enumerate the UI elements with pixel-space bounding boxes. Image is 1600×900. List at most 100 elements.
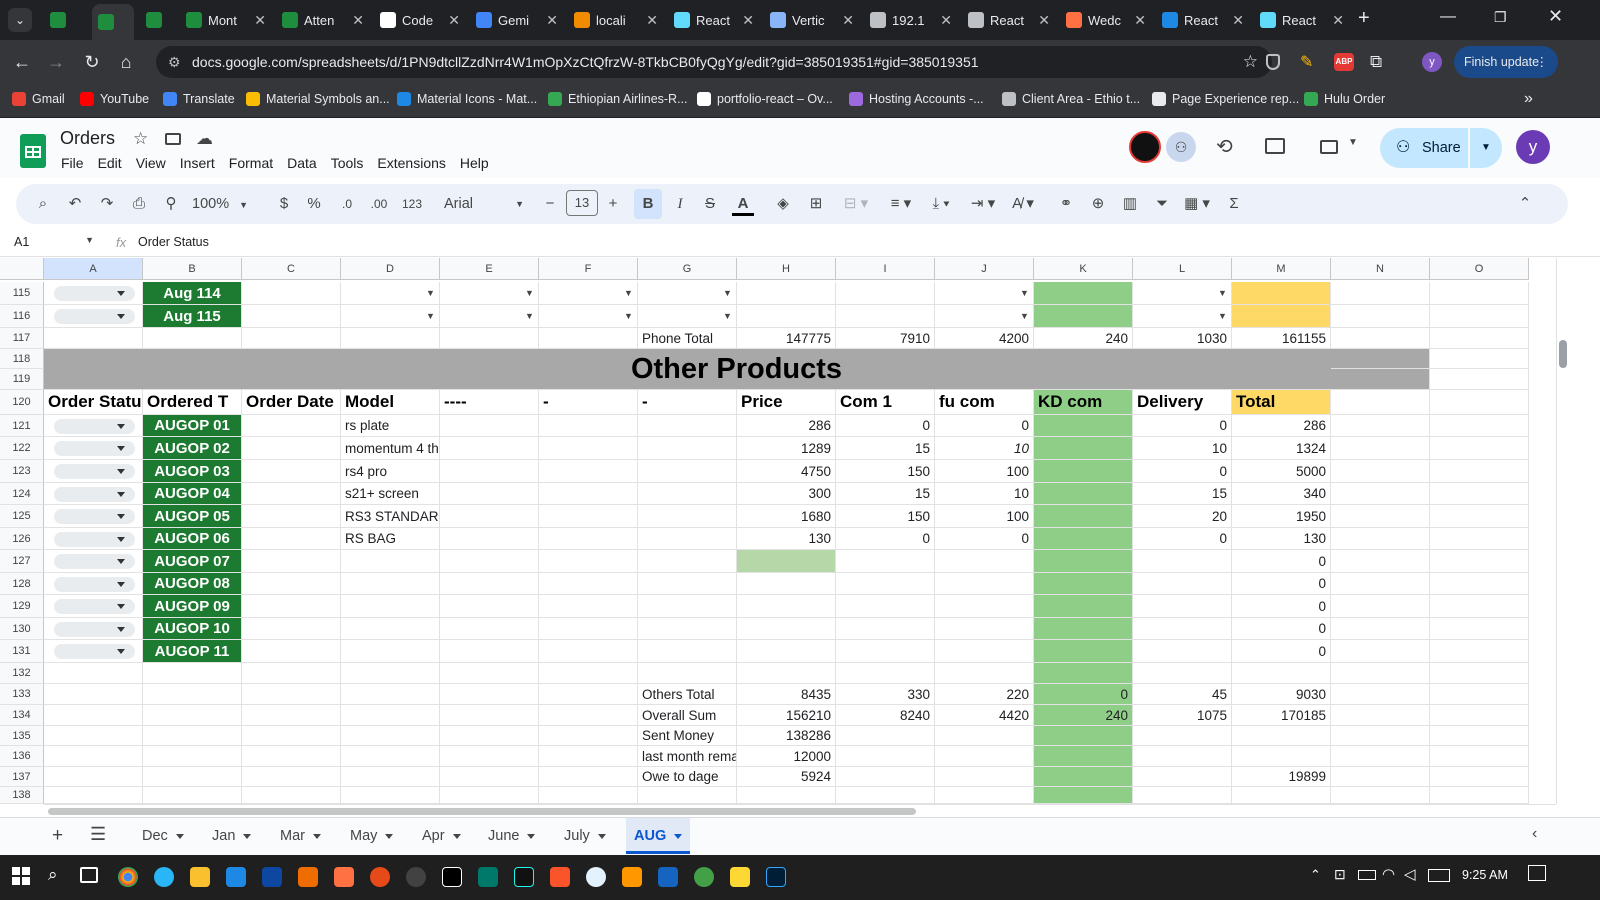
cell[interactable] [638,663,737,684]
cell[interactable] [1133,663,1232,684]
dropdown-arrow-icon[interactable]: ▼ [721,288,734,298]
cell[interactable]: 130 [737,528,836,550]
row-header[interactable]: 123 [0,460,44,483]
cell[interactable] [935,663,1034,684]
horizontal-scroll-thumb[interactable] [48,808,916,815]
cell[interactable]: 0 [1133,528,1232,550]
functions-icon[interactable]: Σ [1224,194,1244,214]
cell[interactable] [143,767,242,787]
cell[interactable] [242,460,341,483]
close-tab-icon[interactable]: ✕ [1228,12,1244,29]
borders-icon[interactable]: ⊞ [806,194,826,214]
cell[interactable] [143,787,242,804]
cell[interactable] [539,767,638,787]
notifications-icon[interactable] [1528,865,1546,881]
cell[interactable] [440,550,539,573]
cell[interactable]: 8240 [836,705,935,726]
sublime-taskbar-icon[interactable] [334,867,354,887]
cell[interactable] [1232,305,1331,328]
cell[interactable] [242,528,341,550]
cell[interactable] [1034,726,1133,746]
horizontal-scrollbar[interactable] [44,804,1556,817]
fill-color-icon[interactable]: ◈ [772,194,794,214]
browser-tab[interactable]: React ✕ [1156,6,1250,34]
cell[interactable] [1133,595,1232,618]
task-view-icon[interactable] [80,867,98,883]
cell[interactable] [1331,663,1430,684]
increase-decimal-button[interactable]: .00 [366,194,392,214]
cell[interactable] [1331,328,1430,349]
column-title-cell[interactable]: Model [341,390,440,415]
menu-edit[interactable]: Edit [98,155,122,171]
close-tab-icon[interactable]: ✕ [1130,12,1146,29]
cell[interactable]: 1075 [1133,705,1232,726]
shield-extension-icon[interactable] [1266,54,1280,70]
cell[interactable] [737,305,836,328]
cell[interactable] [539,528,638,550]
cell[interactable]: rs4 pro [341,460,440,483]
cell[interactable]: s21+ screen [341,483,440,505]
cell[interactable] [539,483,638,505]
status-select-chip[interactable] [54,644,135,659]
cell[interactable] [242,573,341,595]
row-header[interactable]: 136 [0,746,44,767]
cell[interactable]: 5924 [737,767,836,787]
status-select-chip[interactable] [54,509,135,524]
cell[interactable] [1034,787,1133,804]
cell[interactable] [1331,573,1430,595]
profile-avatar[interactable]: y [1422,52,1442,72]
column-header-e[interactable]: E [440,258,539,280]
sheet-tab-may[interactable]: May [342,818,401,854]
cell[interactable] [1331,282,1430,305]
sheet-tab-aug[interactable]: AUG [626,818,691,854]
column-title-cell[interactable]: Ordered T [143,390,242,415]
cell[interactable] [1430,528,1529,550]
cell[interactable] [1034,640,1133,663]
column-header-i[interactable]: I [836,258,935,280]
cell[interactable]: 240 [1034,705,1133,726]
cell[interactable] [1430,305,1529,328]
order-id-cell[interactable]: AUGOP 10 [143,618,242,640]
cell[interactable]: Sent Money [638,726,737,746]
cell[interactable] [440,767,539,787]
browser-tab[interactable]: locali ✕ [568,6,664,34]
cell[interactable] [242,640,341,663]
cell[interactable]: 138286 [737,726,836,746]
finish-update-button[interactable]: Finish update ⋮ [1454,46,1558,78]
browser-tab[interactable]: Wedc ✕ [1060,6,1152,34]
sheet-tab-dec[interactable]: Dec [134,818,192,854]
cell[interactable] [1430,618,1529,640]
cell[interactable] [242,483,341,505]
cell[interactable] [1331,767,1430,787]
dropdown-arrow-icon[interactable]: ▼ [1216,311,1229,321]
cell[interactable]: 4420 [935,705,1034,726]
browser-tab[interactable]: Mont ✕ [180,6,272,34]
sheet-tab-june[interactable]: June [480,818,543,854]
row-header[interactable]: 126 [0,528,44,550]
redo-icon[interactable]: ↷ [96,194,118,214]
column-title-cell[interactable]: Order Date [242,390,341,415]
chevron-down-icon[interactable] [597,833,606,839]
menu-view[interactable]: View [136,155,166,171]
cell[interactable] [242,505,341,528]
address-bar[interactable]: ⚙ docs.google.com/spreadsheets/d/1PN9dtc… [156,46,1272,78]
volume-icon[interactable]: ◁ [1404,865,1416,883]
cell[interactable] [539,573,638,595]
menu-file[interactable]: File [61,155,84,171]
cell[interactable] [638,618,737,640]
close-tab-icon[interactable]: ✕ [1328,12,1344,29]
row-header[interactable]: 134 [0,705,44,726]
cell[interactable]: 4200 [935,328,1034,349]
mail-taskbar-icon[interactable] [262,867,282,887]
close-window-icon[interactable]: ✕ [1548,6,1563,27]
chevron-down-icon[interactable] [312,833,321,839]
cell[interactable]: 10 [935,437,1034,460]
column-header-b[interactable]: B [143,258,242,280]
dropdown-arrow-icon[interactable]: ▼ [424,288,437,298]
cell[interactable] [638,528,737,550]
percent-format-button[interactable]: % [304,194,324,214]
cell[interactable]: 340 [1232,483,1331,505]
bookmark-item[interactable]: Client Area - Ethio t... [1002,92,1140,106]
cell[interactable] [1430,328,1529,349]
column-header-d[interactable]: D [341,258,440,280]
